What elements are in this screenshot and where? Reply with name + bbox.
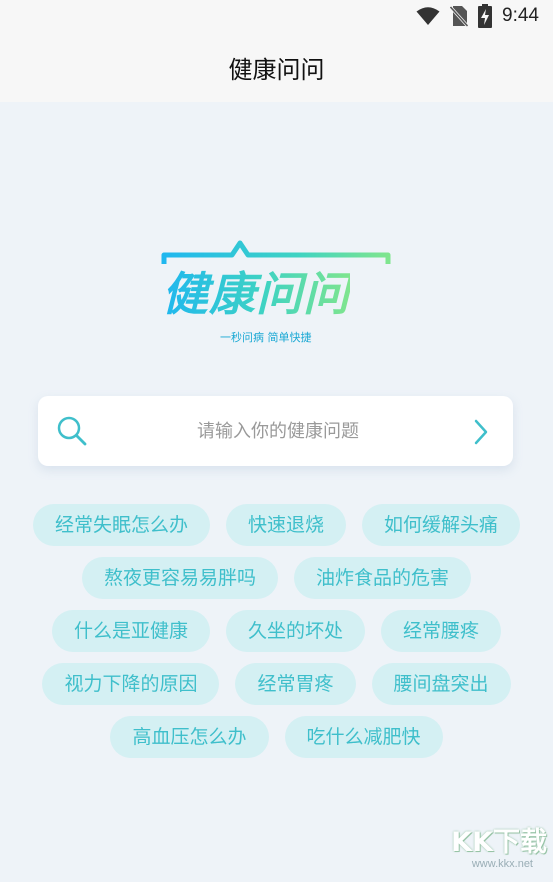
question-tag[interactable]: 如何缓解头痛 (362, 504, 521, 546)
question-tag[interactable]: 熬夜更容易易胖吗 (81, 557, 278, 599)
watermark-url: www.kkx.net (471, 858, 533, 870)
tag-row: 经常失眠怎么办 快速退烧 如何缓解头痛 (0, 504, 553, 546)
logo-text: 健康问问 (162, 258, 350, 324)
chevron-right-icon[interactable] (473, 418, 489, 446)
search-input[interactable] (118, 406, 438, 456)
question-tag[interactable]: 腰间盘突出 (371, 663, 511, 705)
suggested-questions: 经常失眠怎么办 快速退烧 如何缓解头痛 熬夜更容易易胖吗 油炸食品的危害 什么是… (0, 504, 553, 769)
logo-slogan: 一秒问病 简单快捷 (220, 331, 312, 344)
question-tag[interactable]: 高血压怎么办 (110, 716, 269, 758)
question-tag[interactable]: 油炸食品的危害 (294, 557, 472, 599)
battery-charging-icon (478, 4, 493, 28)
page-title: 健康问问 (228, 55, 325, 84)
question-tag[interactable]: 久坐的坏处 (225, 610, 365, 652)
status-time: 9:44 (502, 5, 539, 26)
no-sim-icon (450, 5, 469, 27)
search-box[interactable] (38, 396, 513, 466)
search-icon (57, 416, 87, 446)
question-tag[interactable]: 视力下降的原因 (42, 663, 220, 705)
status-icons: 9:44 (416, 4, 539, 28)
question-tag[interactable]: 经常腰疼 (381, 610, 502, 652)
tag-row: 视力下降的原因 经常胃疼 腰间盘突出 (0, 663, 553, 705)
question-tag[interactable]: 什么是亚健康 (51, 610, 210, 652)
tag-row: 什么是亚健康 久坐的坏处 经常腰疼 (0, 610, 553, 652)
question-tag[interactable]: 经常失眠怎么办 (32, 504, 210, 546)
watermark-logo: KK下载 (451, 827, 547, 858)
app-header: 健康问问 (0, 32, 553, 102)
watermark: KK下载 www.kkx.net (425, 820, 547, 876)
question-tag[interactable]: 经常胃疼 (235, 663, 356, 705)
question-tag[interactable]: 快速退烧 (225, 504, 346, 546)
wifi-icon (416, 7, 440, 25)
question-tag[interactable]: 吃什么减肥快 (284, 716, 443, 758)
status-bar: 9:44 (0, 0, 553, 32)
tag-row: 熬夜更容易易胖吗 油炸食品的危害 (0, 557, 553, 599)
tag-row: 高血压怎么办 吃什么减肥快 (0, 716, 553, 758)
app-logo: 健康问问 一秒问病 简单快捷 (160, 238, 392, 350)
